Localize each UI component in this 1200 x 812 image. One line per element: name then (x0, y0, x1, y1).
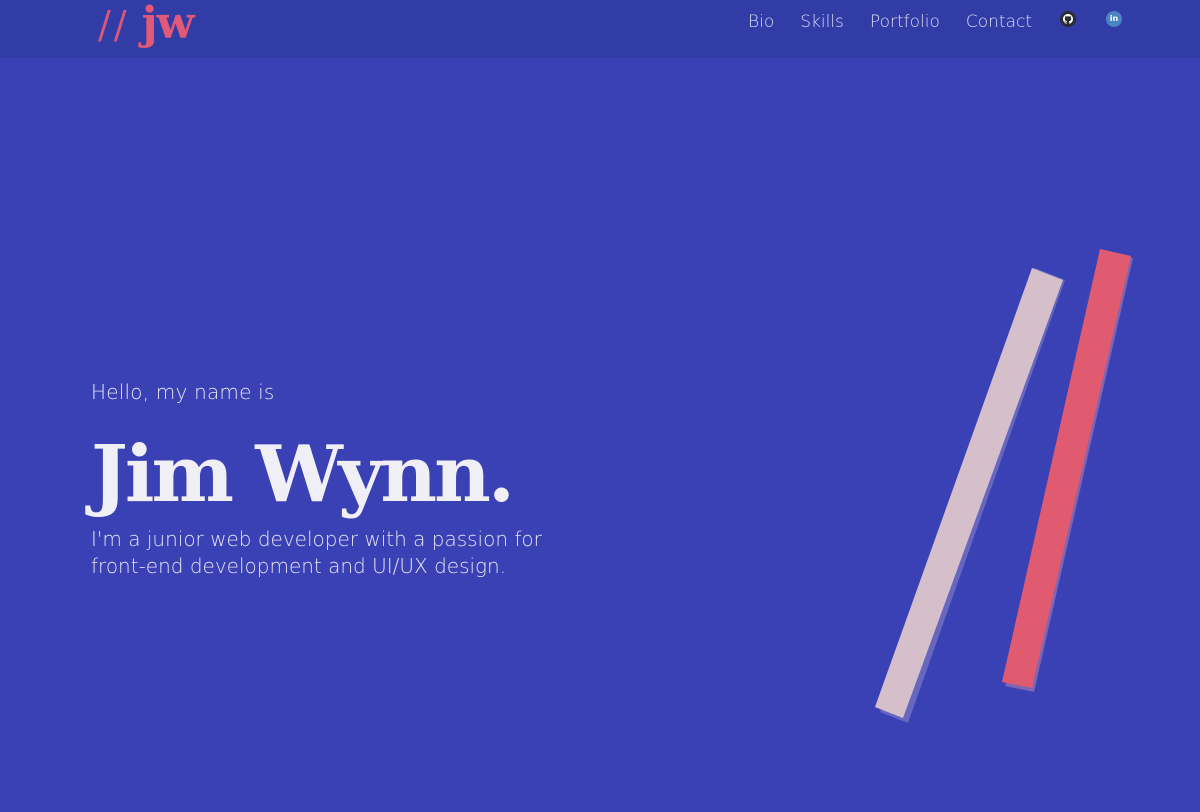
nav-link-skills[interactable]: Skills (800, 12, 844, 32)
github-icon[interactable] (1060, 11, 1076, 27)
logo-initials: jw (141, 0, 195, 49)
logo-slashes: // (98, 3, 130, 47)
main-nav: Bio Skills Portfolio Contact in (748, 0, 1122, 44)
hero-greeting: Hello, my name is (91, 380, 275, 404)
decorative-slash-bars (875, 249, 1133, 723)
hero-tagline: I'm a junior web developer with a passio… (91, 527, 542, 578)
linkedin-glyph: in (1109, 14, 1119, 23)
logo[interactable]: // jw (98, 0, 195, 49)
hero-name: Jim Wynn. (91, 429, 515, 520)
site-header: // jw Bio Skills Portfolio Contact in (0, 0, 1200, 58)
github-glyph (1063, 14, 1073, 24)
nav-link-bio[interactable]: Bio (748, 12, 774, 32)
nav-link-portfolio[interactable]: Portfolio (870, 12, 940, 32)
linkedin-icon[interactable]: in (1106, 11, 1122, 27)
hero: Hello, my name is Jim Wynn. I'm a junior… (91, 380, 611, 580)
nav-link-contact[interactable]: Contact (966, 12, 1032, 32)
